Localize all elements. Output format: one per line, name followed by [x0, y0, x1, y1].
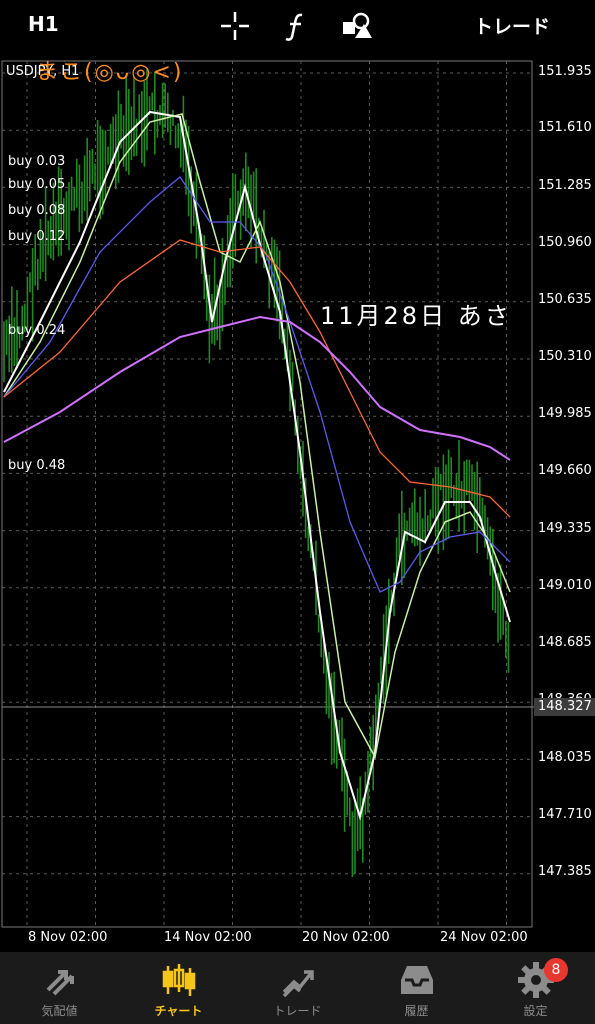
y-axis-label: 149.010: [538, 578, 592, 593]
tab-chart[interactable]: チャート: [119, 952, 238, 1024]
trade-icon: [282, 970, 314, 998]
function-icon[interactable]: [280, 10, 312, 42]
buy-label: buy 0.05: [8, 177, 66, 192]
y-axis-label: 150.960: [538, 235, 592, 250]
ma-purple-line: [3, 315, 511, 461]
handwritten-name-annotation: まこ(◎ᴗ◎<): [36, 60, 184, 85]
tab-label: 気配値: [41, 1004, 78, 1018]
x-axis-label: 24 Nov 02:00: [440, 930, 528, 945]
y-axis-label: 150.635: [538, 292, 592, 307]
buy-label: buy 0.03: [8, 154, 66, 169]
current-price-tag: 148.327: [534, 698, 595, 716]
tab-quotes[interactable]: 気配値: [0, 952, 119, 1024]
objects-icon[interactable]: [341, 10, 373, 42]
x-axis-label: 14 Nov 02:00: [164, 930, 252, 945]
tab-history[interactable]: 履歴: [357, 952, 476, 1024]
y-axis-label: 148.035: [538, 750, 592, 765]
y-axis-label: 147.385: [538, 864, 592, 879]
tab-label: 設定: [523, 1004, 548, 1018]
y-axis-label: 149.335: [538, 521, 592, 536]
trade-button[interactable]: トレード: [474, 12, 550, 39]
handwritten-date-annotation: 11月28日 あさ: [320, 302, 512, 330]
y-axis-label: 148.685: [538, 635, 592, 650]
y-axis-label: 149.985: [538, 406, 592, 421]
timeframe-button[interactable]: H1: [28, 12, 59, 36]
history-icon: [400, 966, 433, 994]
chart-icon: [162, 964, 195, 996]
x-axis-label: 20 Nov 02:00: [302, 930, 390, 945]
y-axis-label: 147.710: [538, 807, 592, 822]
x-axis-label: 8 Nov 02:00: [28, 930, 108, 945]
buy-label: buy 0.24: [8, 323, 66, 338]
tab-label: 履歴: [404, 1004, 429, 1018]
y-axis-label: 151.285: [538, 178, 592, 193]
buy-label: buy 0.08: [8, 203, 66, 218]
tab-trade[interactable]: トレード: [238, 952, 357, 1024]
buy-label: buy 0.12: [8, 229, 66, 244]
bottom-navigation: 気配値 チャート トレード 履歴 設定 8: [0, 952, 595, 1024]
top-toolbar: H1 トレード: [0, 0, 595, 52]
tab-label: トレード: [273, 1004, 322, 1018]
y-axis-label: 150.310: [538, 349, 592, 364]
price-chart[interactable]: USDJPY, H1 まこ(◎ᴗ◎<) 11月28日 あさ buy 0.03 b…: [0, 52, 595, 952]
crosshair-icon[interactable]: [219, 10, 251, 42]
y-axis-label: 151.935: [538, 64, 592, 79]
tab-label: チャート: [154, 1004, 203, 1018]
ma-orange-line: [3, 239, 511, 518]
y-axis-label: 149.660: [538, 463, 592, 478]
y-axis-label: 151.610: [538, 120, 592, 135]
notification-badge: 8: [544, 958, 568, 982]
tab-settings[interactable]: 設定 8: [476, 952, 595, 1024]
buy-label: buy 0.48: [8, 458, 66, 473]
chart-canvas[interactable]: [0, 52, 595, 952]
quotes-icon: [46, 970, 74, 996]
